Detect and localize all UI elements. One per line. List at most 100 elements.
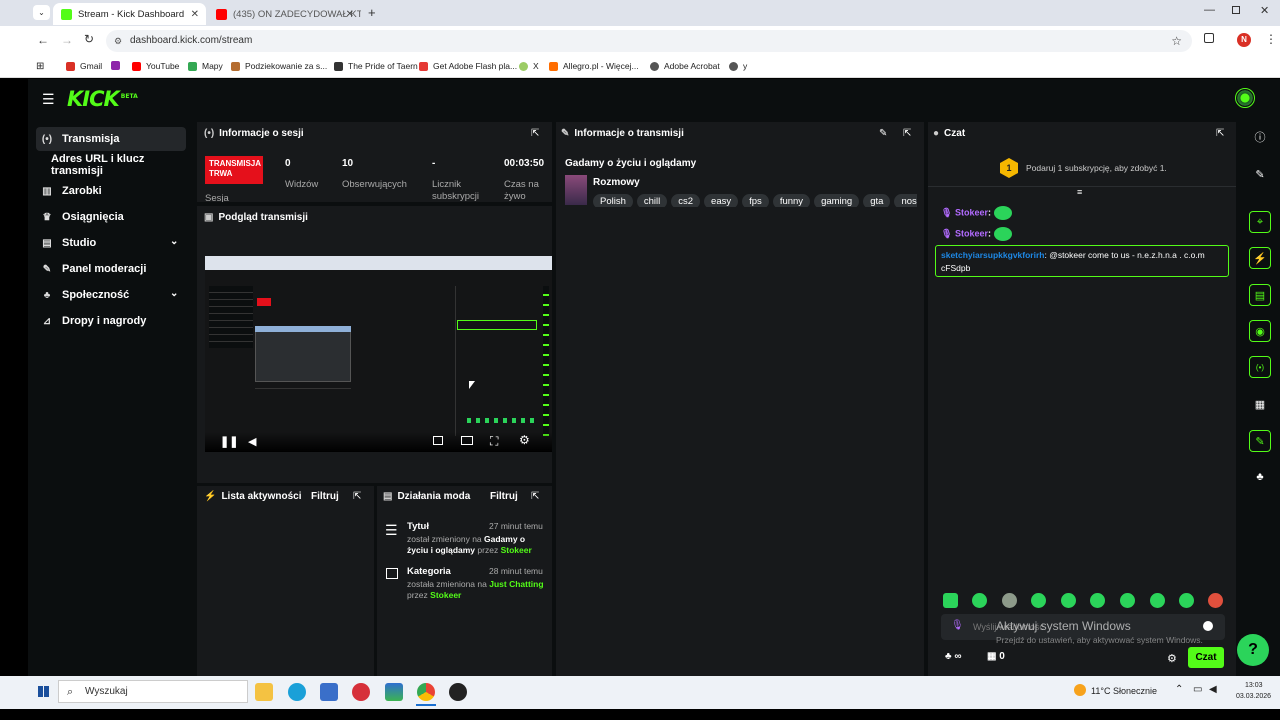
- theater-icon[interactable]: [461, 436, 473, 445]
- mod-filter-button[interactable]: Filtruj: [490, 491, 518, 502]
- edge-icon[interactable]: [288, 683, 306, 701]
- close-window-icon[interactable]: ✕: [1260, 4, 1269, 17]
- sidebar-item-osiagniecia[interactable]: ♛ Osiągnięcia: [36, 205, 186, 229]
- weather-text[interactable]: 11°C Słonecznie: [1091, 686, 1157, 696]
- chat-username[interactable]: Stokeer: [955, 207, 988, 217]
- emote-icon[interactable]: [1120, 593, 1135, 608]
- popout-icon[interactable]: ⇱: [353, 491, 361, 502]
- emote-icon[interactable]: [1208, 593, 1223, 608]
- bookmark-gmail[interactable]: Gmail: [66, 61, 102, 71]
- settings-gear-icon[interactable]: ⚙: [519, 433, 530, 447]
- tab-kick-dashboard[interactable]: Stream - Kick Dashboard ✕: [53, 3, 206, 25]
- emote-icon[interactable]: [1031, 593, 1046, 608]
- emote-icon[interactable]: [1002, 593, 1017, 608]
- broadcast-icon[interactable]: (•): [1249, 356, 1271, 378]
- profile-avatar[interactable]: N: [1237, 33, 1251, 47]
- bookmark-adobe-acrobat[interactable]: Adobe Acrobat: [650, 61, 720, 71]
- bookmark-x[interactable]: X: [519, 61, 539, 71]
- bookmark-youtube-link[interactable]: YouTube: [132, 61, 179, 71]
- emote-icon[interactable]: [943, 593, 958, 608]
- bookmark-podziekowanie[interactable]: Podziekowanie za s...: [231, 61, 327, 71]
- emote-icon[interactable]: [1061, 593, 1076, 608]
- close-tab-icon[interactable]: ✕: [346, 9, 354, 20]
- browser-menu-icon[interactable]: ⋮: [1265, 32, 1277, 46]
- sidebar-item-zarobki[interactable]: ▥ Zarobki: [36, 179, 186, 203]
- obs-icon[interactable]: [449, 683, 467, 701]
- chat-username[interactable]: Stokeer: [955, 228, 988, 238]
- bookmark-maps[interactable]: Mapy: [188, 61, 223, 71]
- edit-icon[interactable]: ✎: [1249, 163, 1271, 185]
- bookmark-pride-of-taern[interactable]: The Pride of Taern: [334, 61, 418, 71]
- bookmark-allegro[interactable]: Allegro.pl - Więcej...: [549, 61, 639, 71]
- sidebar-item-spolecznosc[interactable]: ♣ Społeczność ⌄: [36, 283, 186, 307]
- apps-grid-icon[interactable]: ⊞: [36, 61, 44, 72]
- file-explorer-icon[interactable]: [255, 683, 273, 701]
- bookmark-y[interactable]: y: [729, 61, 747, 71]
- network-icon[interactable]: ▭: [1193, 684, 1202, 695]
- sidebar-item-studio[interactable]: ▤ Studio ⌄: [36, 231, 186, 255]
- extensions-icon[interactable]: [1204, 33, 1214, 43]
- start-button[interactable]: [38, 686, 49, 697]
- screen: ⌄ Stream - Kick Dashboard ✕ (435) ON ZAD…: [0, 0, 1280, 720]
- minimize-icon[interactable]: —: [1204, 4, 1215, 16]
- help-support-button[interactable]: ?: [1237, 634, 1269, 666]
- info-icon[interactable]: ⓘ: [1249, 126, 1271, 148]
- new-tab-button[interactable]: +: [368, 5, 376, 20]
- tab-list-button[interactable]: ⌄: [33, 5, 50, 20]
- clock-date[interactable]: 03.03.2026: [1236, 693, 1271, 700]
- screenshot-icon[interactable]: ⌖: [1249, 211, 1271, 233]
- store-icon[interactable]: [320, 683, 338, 701]
- pip-icon[interactable]: [433, 436, 443, 445]
- tray-chevron-icon[interactable]: ⌃: [1175, 684, 1183, 695]
- video-player[interactable]: [205, 256, 552, 452]
- popout-icon[interactable]: ⇱: [1216, 128, 1224, 139]
- popout-icon[interactable]: ⇱: [531, 128, 539, 139]
- fullscreen-icon[interactable]: ⛶: [490, 434, 498, 449]
- pinned-toggle-icon[interactable]: ≡: [1077, 187, 1082, 197]
- layout-icon[interactable]: ▦: [1249, 393, 1271, 415]
- wrench-icon[interactable]: ✎: [1249, 430, 1271, 452]
- app-icon-red[interactable]: [352, 683, 370, 701]
- pause-icon[interactable]: ❚❚: [220, 435, 238, 448]
- taskbar-search[interactable]: ⌕ Wyszukaj: [58, 680, 248, 703]
- sidebar-item-panel-moderacji[interactable]: ✎ Panel moderacji: [36, 257, 186, 281]
- emoji-picker-icon[interactable]: [1203, 621, 1213, 631]
- bookmark-youtube[interactable]: [111, 61, 125, 70]
- chat-settings-icon[interactable]: ⚙: [1167, 652, 1177, 665]
- emote-icon[interactable]: [1150, 593, 1165, 608]
- emote-icon[interactable]: [972, 593, 987, 608]
- emote-icon[interactable]: [1179, 593, 1194, 608]
- url-input[interactable]: ⚙ dashboard.kick.com/stream ☆: [106, 30, 1192, 52]
- tab-youtube[interactable]: (435) ON ZADECYDOWAŁ KTO ✕: [208, 3, 361, 25]
- restore-icon[interactable]: [1232, 6, 1240, 14]
- user-avatar[interactable]: [1235, 88, 1255, 108]
- community-icon[interactable]: ♣: [1249, 466, 1271, 488]
- edit-pencil-icon[interactable]: ✎: [879, 128, 887, 139]
- hamburger-menu-icon[interactable]: ☰: [42, 91, 55, 108]
- clock-time[interactable]: 13:03: [1245, 682, 1263, 689]
- bolt-icon[interactable]: ⚡: [1249, 247, 1271, 269]
- chrome-icon[interactable]: [417, 683, 435, 701]
- activity-filter-button[interactable]: Filtruj: [311, 491, 339, 502]
- chat-username[interactable]: sketchyiarsupkkgvkforirh: [941, 250, 1044, 260]
- bookmark-star-icon[interactable]: ☆: [1171, 30, 1182, 52]
- document-icon[interactable]: ▤: [1249, 284, 1271, 306]
- sidebar-item-dropy[interactable]: ⊿ Dropy i nagrody: [36, 309, 186, 333]
- close-tab-icon[interactable]: ✕: [191, 9, 199, 20]
- emote-icon[interactable]: [1090, 593, 1105, 608]
- popout-icon[interactable]: ⇱: [531, 491, 539, 502]
- app-icon-multi[interactable]: [385, 683, 403, 701]
- bookmark-adobe-flash[interactable]: Get Adobe Flash pla...: [419, 61, 517, 71]
- popout-icon[interactable]: ⇱: [903, 128, 911, 139]
- chat-icon[interactable]: ◉: [1249, 320, 1271, 342]
- forward-icon[interactable]: →: [61, 33, 73, 47]
- reload-icon[interactable]: ↻: [84, 32, 94, 46]
- volume-icon[interactable]: ◀: [248, 435, 256, 448]
- site-info-icon[interactable]: ⚙: [114, 30, 122, 52]
- sidebar-item-stream-key[interactable]: Adres URL i klucz transmisji: [51, 153, 196, 177]
- sidebar-item-transmisja[interactable]: (•) Transmisja: [36, 127, 186, 151]
- kick-logo[interactable]: KICK BETA: [67, 87, 138, 111]
- volume-tray-icon[interactable]: ◀: [1209, 684, 1217, 695]
- back-icon[interactable]: ←: [37, 33, 49, 47]
- chat-send-button[interactable]: Czat: [1188, 647, 1224, 668]
